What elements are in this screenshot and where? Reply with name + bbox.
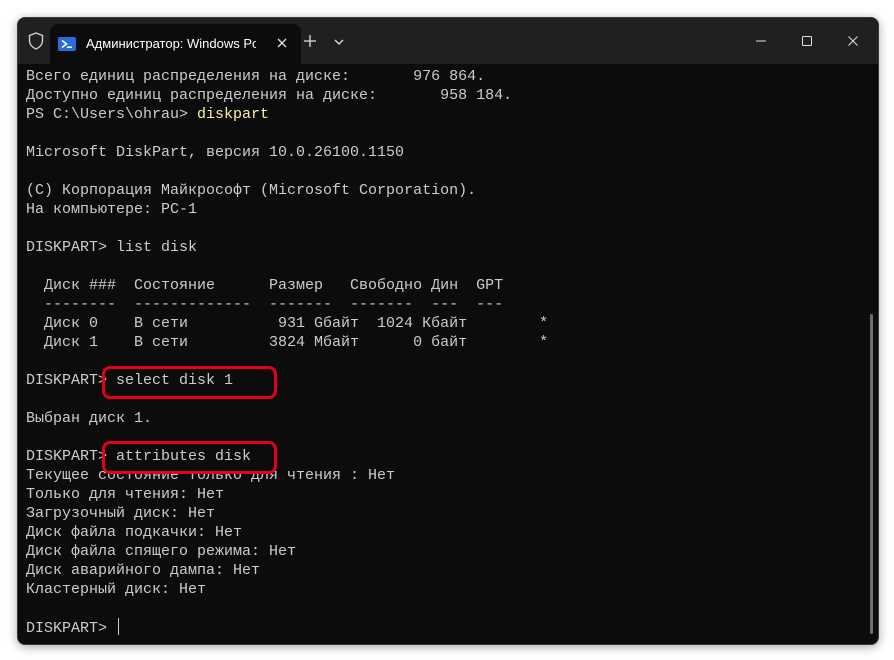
line-text: Всего единиц распределения на диске: 976…: [26, 68, 486, 85]
prompt-text: PS C:\Users\ohrau>: [26, 106, 198, 123]
console-line: Только для чтения: Нет: [26, 485, 846, 504]
console-line: Доступно единиц распределения на диске: …: [26, 86, 846, 105]
maximize-button[interactable]: [784, 26, 830, 56]
shield-icon: [28, 32, 44, 50]
console-line: Диск файла подкачки: Нет: [26, 523, 846, 542]
tab-close-icon[interactable]: [274, 35, 290, 51]
text-cursor: [118, 618, 120, 635]
powershell-icon: [58, 36, 76, 51]
console-line: Диск ### Состояние Размер Свободно Дин G…: [26, 276, 846, 295]
line-text: Диск 0 В сети 931 Gбайт 1024 Кбайт *: [26, 315, 549, 332]
console-line: Всего единиц распределения на диске: 976…: [26, 67, 846, 86]
maximize-icon: [802, 36, 812, 46]
line-text: DISKPART>: [26, 620, 117, 637]
line-text: Доступно единиц распределения на диске: …: [26, 87, 513, 104]
scrollbar[interactable]: [870, 314, 873, 634]
console-line: Выбран диск 1.: [26, 409, 846, 428]
tab-title: Администратор: Windows PowerShell: [86, 36, 256, 51]
console-line: Диск аварийного дампа: Нет: [26, 561, 846, 580]
console-lines: Всего единиц распределения на диске: 976…: [26, 67, 846, 637]
line-text: Диск файла спящего режима: Нет: [26, 543, 297, 560]
title-bar: Администратор: Windows PowerShell: [18, 18, 878, 64]
console-line: Диск файла спящего режима: Нет: [26, 542, 846, 561]
console-line: PS C:\Users\ohrau> diskpart: [26, 105, 846, 124]
highlight-select-disk: [102, 366, 277, 399]
command-text: diskpart: [197, 106, 270, 123]
minimize-button[interactable]: [738, 26, 784, 56]
new-tab-plus-icon[interactable]: [301, 32, 319, 50]
console-line: Диск 1 В сети 3824 Мбайт 0 байт *: [26, 333, 846, 352]
console-line: -------- ------------- ------- ------- -…: [26, 295, 846, 314]
line-text: На компьютере: PC-1: [26, 201, 198, 218]
line-text: Только для чтения: Нет: [26, 486, 225, 503]
console-line: DISKPART>: [26, 618, 846, 637]
line-text: Диск 1 В сети 3824 Мбайт 0 байт *: [26, 334, 549, 351]
console-output[interactable]: Всего единиц распределения на диске: 976…: [18, 64, 878, 644]
chevron-down-icon[interactable]: [332, 34, 346, 48]
terminal-window: Администратор: Windows PowerShell: [17, 17, 879, 645]
close-window-button[interactable]: [830, 26, 876, 56]
line-text: Кластерный диск: Нет: [26, 581, 207, 598]
console-line: Microsoft DiskPart, версия 10.0.26100.11…: [26, 143, 846, 162]
line-text: -------- ------------- ------- ------- -…: [26, 296, 504, 313]
console-line: На компьютере: PC-1: [26, 200, 846, 219]
console-line: (C) Корпорация Майкрософт (Microsoft Cor…: [26, 181, 846, 200]
console-line: Кластерный диск: Нет: [26, 580, 846, 599]
highlight-attributes-disk: [102, 441, 277, 474]
line-text: Диск аварийного дампа: Нет: [26, 562, 261, 579]
console-line: Загрузочный диск: Нет: [26, 504, 846, 523]
line-text: (C) Корпорация Майкрософт (Microsoft Cor…: [26, 182, 477, 199]
line-text: Microsoft DiskPart, версия 10.0.26100.11…: [26, 144, 405, 161]
line-text: Загрузочный диск: Нет: [26, 505, 216, 522]
line-text: Диск файла подкачки: Нет: [26, 524, 243, 541]
tab-powershell[interactable]: Администратор: Windows PowerShell: [50, 24, 301, 64]
minimize-icon: [756, 40, 766, 42]
close-icon: [848, 36, 858, 46]
console-line: Диск 0 В сети 931 Gбайт 1024 Кбайт *: [26, 314, 846, 333]
line-text: DISKPART> list disk: [26, 239, 198, 256]
line-text: Выбран диск 1.: [26, 410, 153, 427]
line-text: Диск ### Состояние Размер Свободно Дин G…: [26, 277, 504, 294]
console-line: DISKPART> list disk: [26, 238, 846, 257]
